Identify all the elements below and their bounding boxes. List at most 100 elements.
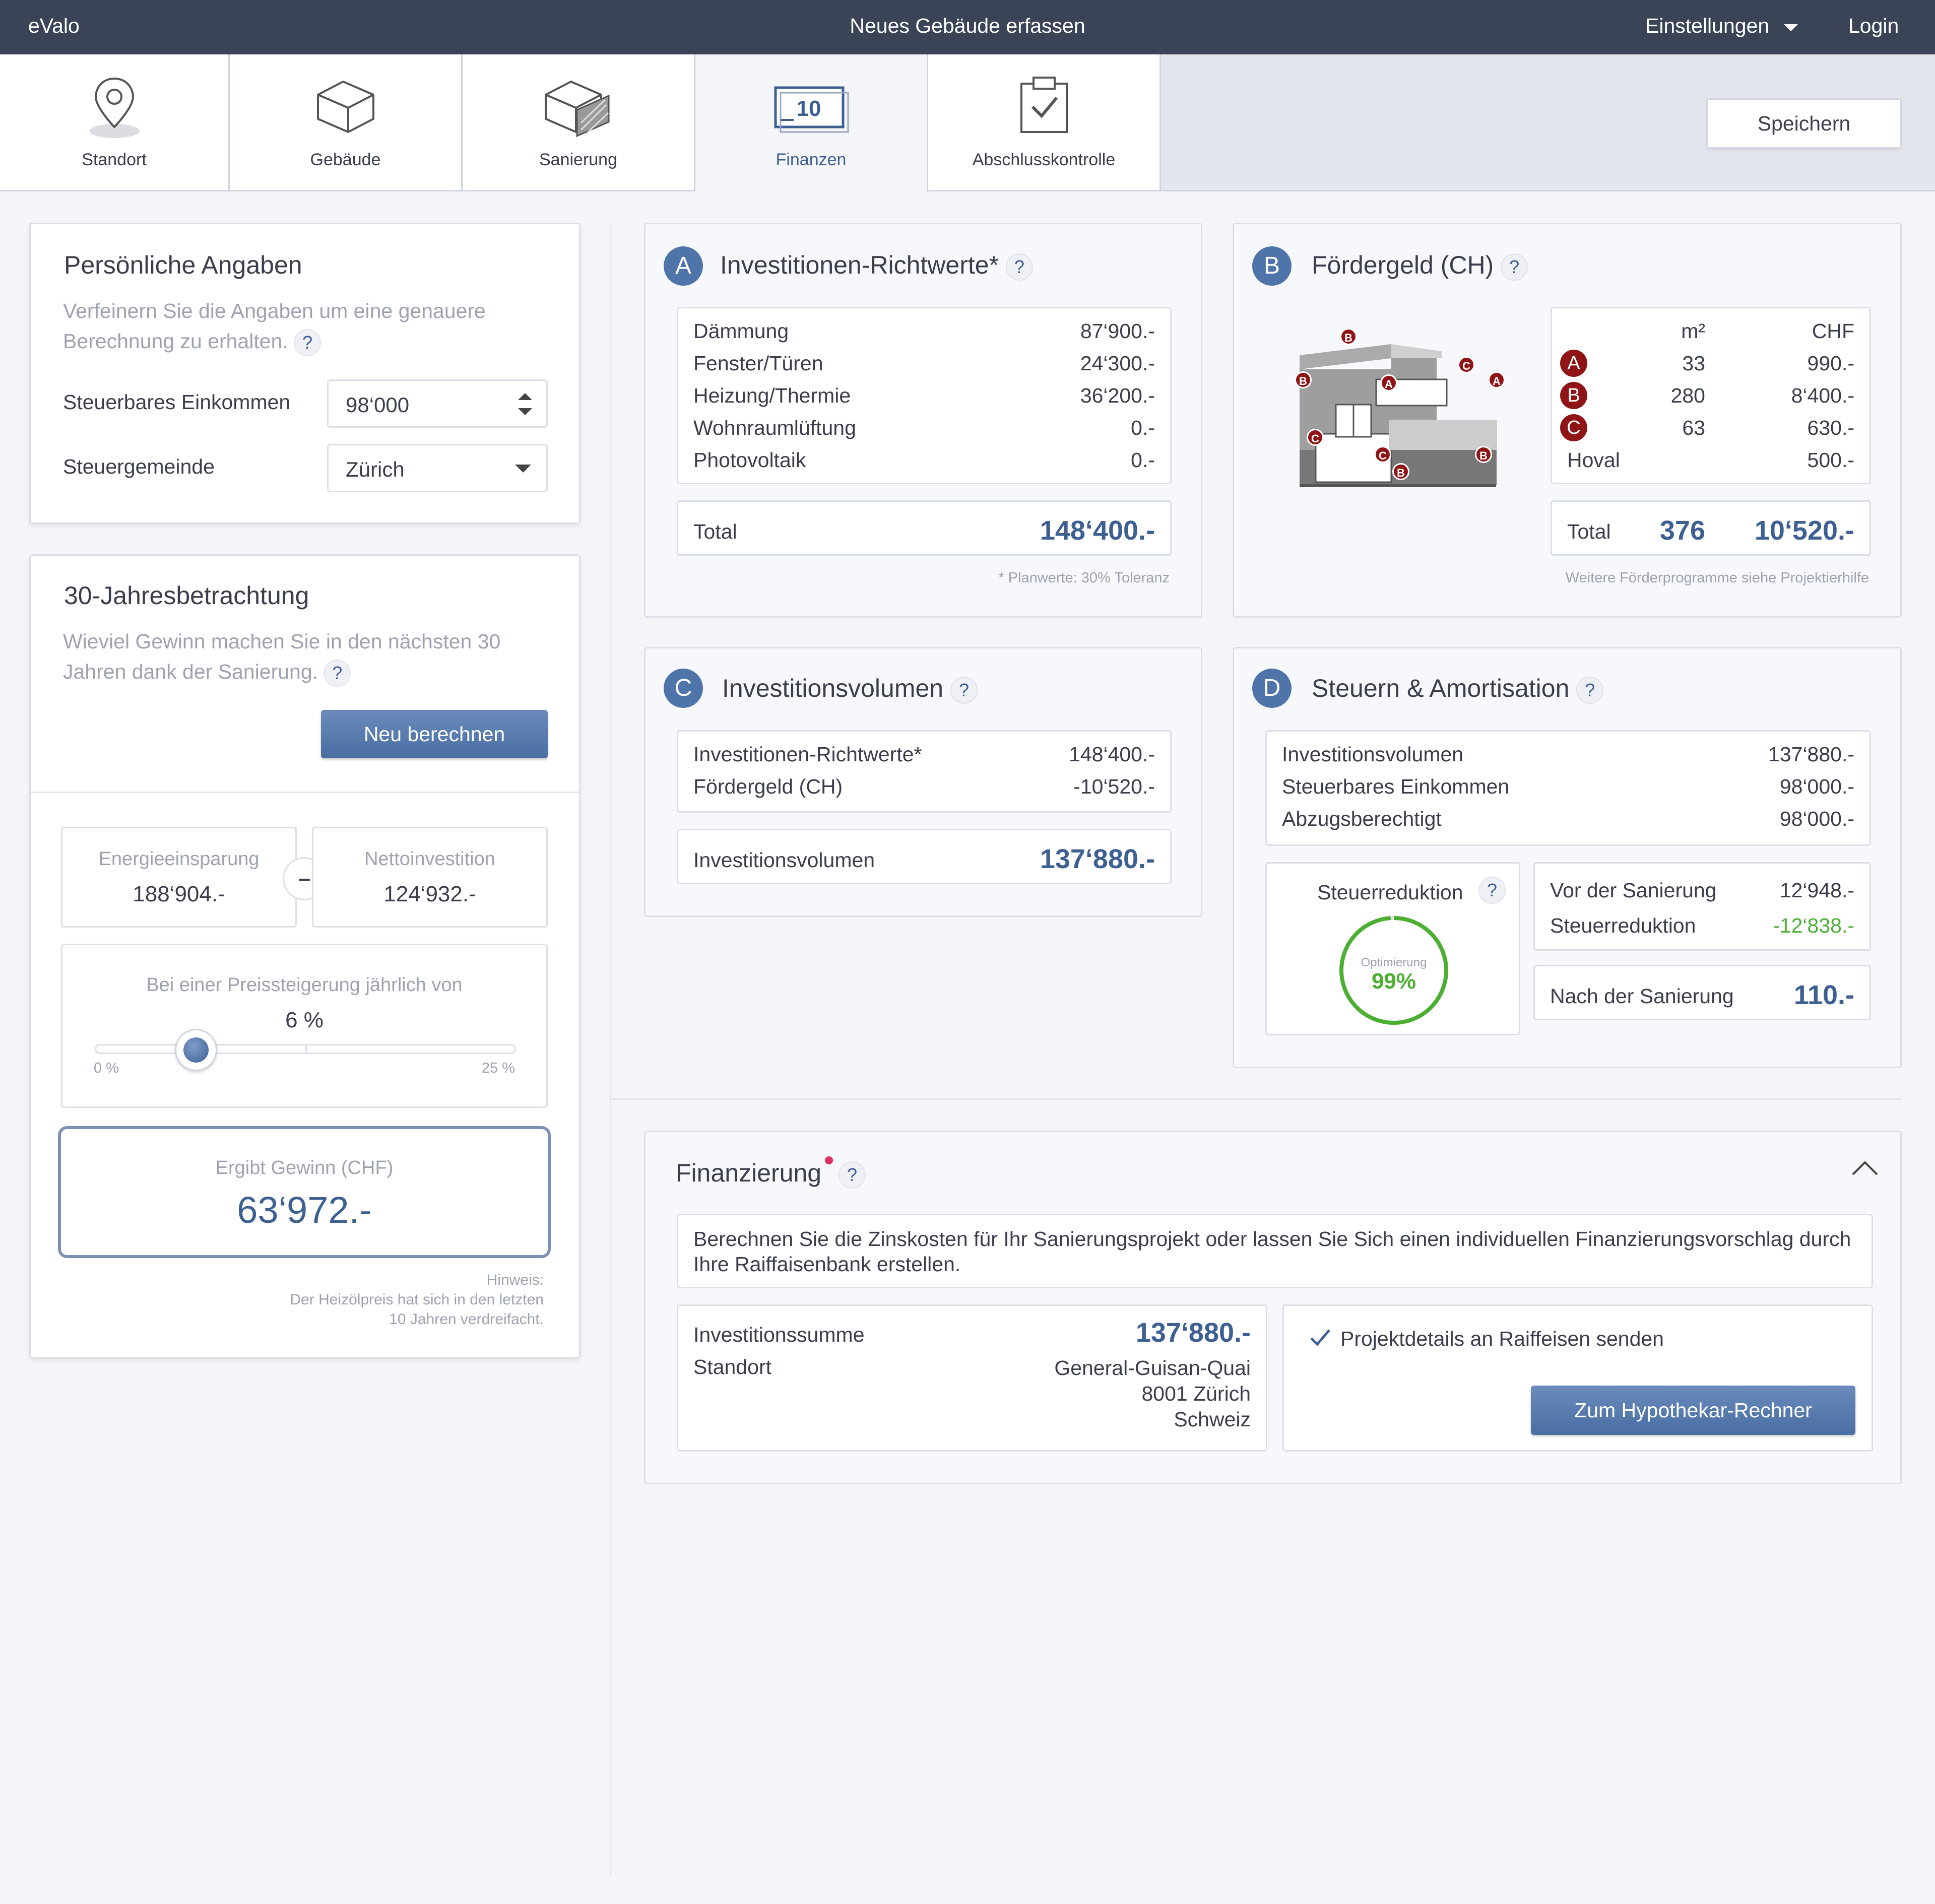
item-value: 0.- xyxy=(1131,448,1155,472)
column-header-chf: CHF xyxy=(1812,319,1854,343)
tab-gebaeude[interactable]: Gebäude xyxy=(230,54,463,191)
result-value: 63‘972.- xyxy=(237,1189,372,1231)
financing-title-text: Finanzierung xyxy=(676,1159,822,1187)
item-value: 98‘000.- xyxy=(1779,807,1854,830)
energy-savings-box: Energieeinsparung 188‘904.- xyxy=(61,827,297,928)
login-link[interactable]: Login xyxy=(1848,14,1899,38)
income-input[interactable]: 98‘000 xyxy=(327,379,548,428)
tax-items: Investitionsvolumen 137‘880.- Steuerbare… xyxy=(1265,730,1871,846)
subsidy-footnote: Weitere Förderprogramme siehe Projektier… xyxy=(1565,570,1869,586)
save-button[interactable]: Speichern xyxy=(1706,98,1902,149)
chevron-down-icon[interactable] xyxy=(515,465,531,473)
financing-title: Finanzierung ? xyxy=(676,1156,866,1189)
item-value: 24‘300.- xyxy=(1080,352,1155,375)
help-icon[interactable]: ? xyxy=(1576,676,1604,704)
price-slider-handle[interactable] xyxy=(174,1029,217,1071)
investment-total: Total 148‘400.- xyxy=(677,500,1172,556)
total-label: Total xyxy=(693,520,737,543)
section-badge: C xyxy=(664,669,703,708)
tab-label: Sanierung xyxy=(539,150,617,169)
renovation-box-icon xyxy=(544,81,609,138)
location-address: General-Guisan-Quai 8001 Zürich Schweiz xyxy=(1054,1355,1251,1432)
chf-value: 990.- xyxy=(1807,352,1854,375)
energy-value: 188‘904.- xyxy=(133,882,225,906)
send-details-checkbox-label[interactable]: Projektdetails an Raiffeisen senden xyxy=(1340,1327,1664,1351)
help-icon[interactable]: ? xyxy=(1501,253,1528,281)
item-label: Wohnraumlüftung xyxy=(693,416,856,439)
help-icon[interactable]: ? xyxy=(324,660,351,687)
tab-finanzen[interactable]: 10 Finanzen xyxy=(695,54,928,191)
section-title-text: Investitionen-Richtwerte* xyxy=(720,251,999,279)
chevron-down-icon[interactable] xyxy=(1784,24,1798,31)
section-c-card: C Investitionsvolumen ? Investitionen-Ri… xyxy=(644,647,1202,917)
financing-description: Berechnen Sie die Zinskosten für Ihr San… xyxy=(677,1214,1873,1288)
section-a-card: A Investitionen-Richtwerte* ? Dämmung 87… xyxy=(644,223,1202,618)
address-line: Schweiz xyxy=(1174,1408,1251,1431)
mortgage-calculator-button[interactable]: Zum Hypothekar-Rechner xyxy=(1531,1386,1855,1435)
row-key-badge: A xyxy=(1560,350,1587,377)
thirty-hint: Wieviel Gewinn machen Sie in den nächste… xyxy=(63,626,557,687)
item-label: Fenster/Türen xyxy=(693,352,823,375)
page-title: Neues Gebäude erfassen xyxy=(850,14,1085,37)
total-chf: 10‘520.- xyxy=(1754,515,1854,546)
reduction-title: Steuerreduktion xyxy=(1317,881,1463,904)
marker-c: C xyxy=(1374,446,1391,463)
personal-title: Persönliche Angaben xyxy=(64,251,302,279)
help-icon[interactable]: ? xyxy=(1005,253,1033,281)
stepper-icon[interactable] xyxy=(515,389,535,419)
marker-b: B xyxy=(1295,371,1312,388)
reduction-label: Steuerreduktion xyxy=(1550,914,1696,937)
row-key-badge: B xyxy=(1560,382,1587,409)
location-pin-icon xyxy=(89,77,140,138)
after-value: 110.- xyxy=(1793,980,1854,1010)
after-label: Nach der Sanierung xyxy=(1550,984,1734,1008)
m2-value: 33 xyxy=(1682,352,1705,375)
energy-label: Energieeinsparung xyxy=(98,848,260,870)
section-d-title: Steuern & Amortisation ? xyxy=(1312,674,1604,704)
marker-a: A xyxy=(1488,371,1505,388)
price-increase-box: Bei einer Preissteigerung jährlich von 6… xyxy=(61,944,548,1108)
tab-standort[interactable]: Standort xyxy=(0,54,230,191)
sum-label: Investitionssumme xyxy=(693,1323,865,1346)
volume-items: Investitionen-Richtwerte* 148‘400.- Förd… xyxy=(677,730,1172,813)
tax-after: Nach der Sanierung 110.- xyxy=(1533,965,1871,1020)
recalculate-button[interactable]: Neu berechnen xyxy=(321,710,548,758)
tab-sanierung[interactable]: Sanierung xyxy=(463,54,695,191)
optimization-gauge: Optimierung 99% xyxy=(1339,916,1448,1025)
net-value: 124‘932.- xyxy=(383,882,476,906)
net-label: Nettoinvestition xyxy=(364,848,495,870)
tab-abschlusskontrolle[interactable]: Abschlusskontrolle xyxy=(928,54,1161,191)
marker-c: C xyxy=(1307,429,1324,446)
gauge-value: 99% xyxy=(1372,969,1416,994)
community-label: Steuergemeinde xyxy=(63,455,215,478)
before-label: Vor der Sanierung xyxy=(1550,879,1717,902)
slider-value: 6 % xyxy=(285,1008,324,1032)
thirty-hint-text: Wieviel Gewinn machen Sie in den nächste… xyxy=(63,630,501,683)
volume-total: Investitionsvolumen 137‘880.- xyxy=(677,829,1172,884)
item-value: 36‘200.- xyxy=(1080,384,1155,407)
income-label: Steuerbares Einkommen xyxy=(63,390,291,414)
financing-actions: Projektdetails an Raiffeisen senden Zum … xyxy=(1282,1304,1873,1452)
community-select[interactable]: Zürich xyxy=(327,444,548,492)
section-title-text: Fördergeld (CH) xyxy=(1312,251,1494,279)
section-b-card: B Fördergeld (CH) ? B B A C A C C B B m²… xyxy=(1233,223,1902,618)
banknote-number: 10 xyxy=(796,96,821,121)
personal-card: Persönliche Angaben Verfeinern Sie die A… xyxy=(29,223,580,524)
section-badge: A xyxy=(664,246,703,286)
help-icon[interactable]: ? xyxy=(1478,877,1506,904)
marker-b: B xyxy=(1340,328,1357,345)
tab-label: Finanzen xyxy=(776,150,847,169)
community-value: Zürich xyxy=(346,457,405,481)
help-icon[interactable]: ? xyxy=(838,1161,866,1189)
help-icon[interactable]: ? xyxy=(294,329,321,357)
price-slider-track[interactable] xyxy=(95,1044,516,1054)
checkmark-icon[interactable] xyxy=(1309,1327,1331,1347)
marker-c: C xyxy=(1458,356,1475,373)
settings-menu[interactable]: Einstellungen xyxy=(1645,14,1769,38)
gauge-label: Optimierung xyxy=(1361,956,1427,969)
financing-card: Finanzierung ? Berechnen Sie die Zinskos… xyxy=(644,1131,1902,1484)
help-icon[interactable]: ? xyxy=(950,676,978,704)
notification-dot xyxy=(825,1156,833,1164)
subsidy-table: m² CHF A 33 990.- B 280 8‘400.- C 63 630… xyxy=(1551,307,1871,484)
chevron-up-icon[interactable] xyxy=(1850,1158,1880,1178)
